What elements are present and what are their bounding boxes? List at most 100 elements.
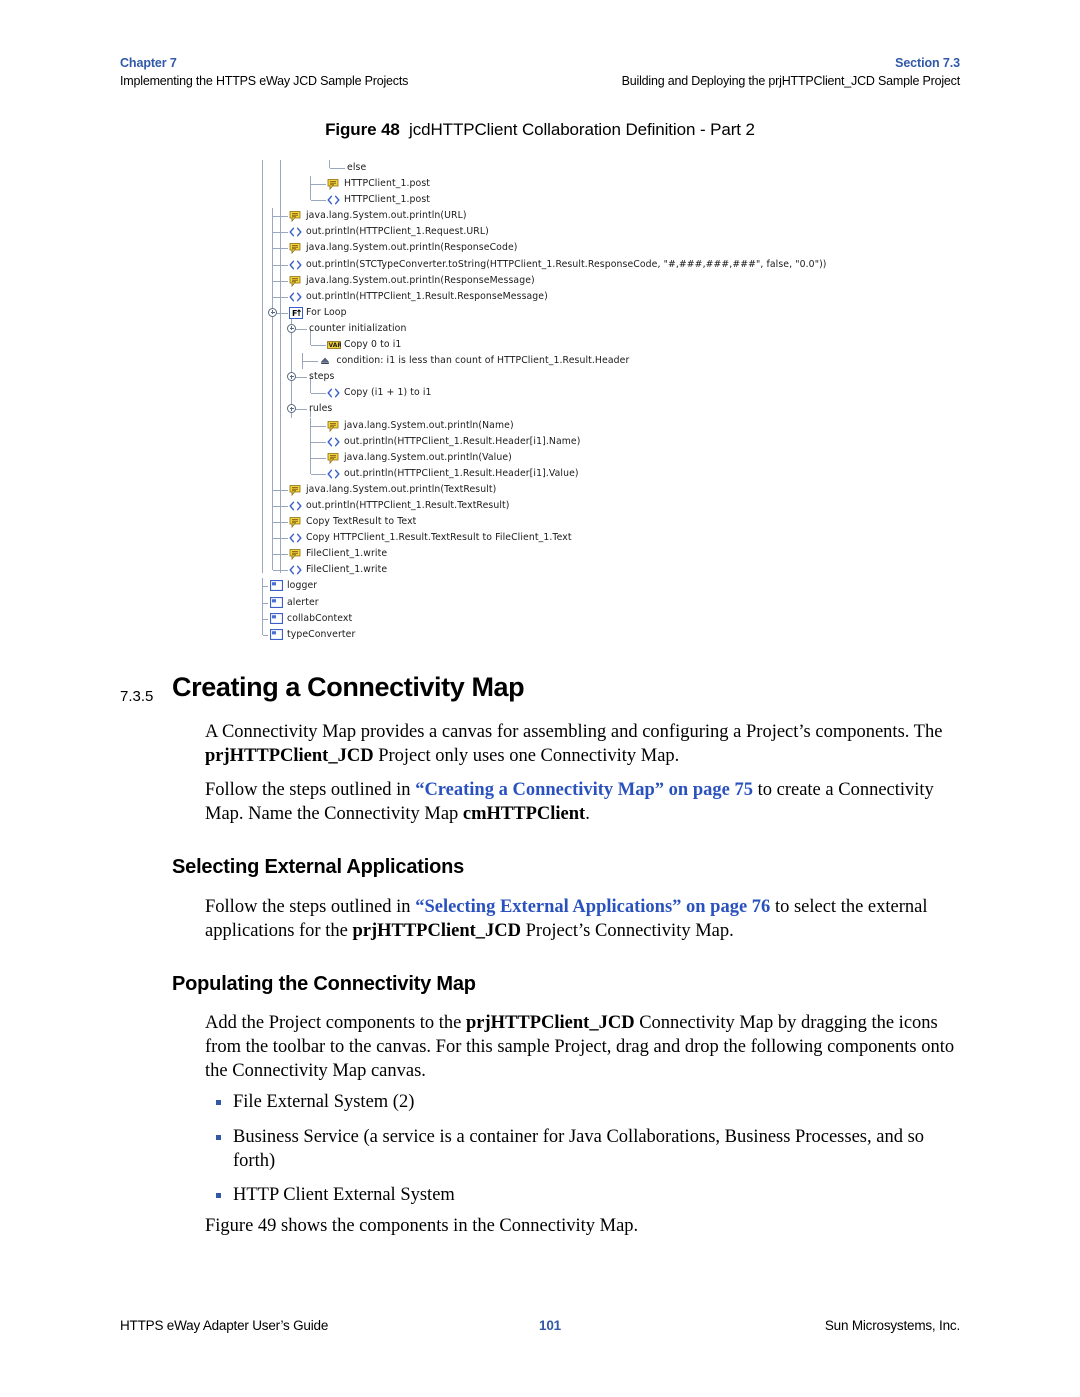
tree-node[interactable]: java.lang.System.out.println(URL) — [262, 208, 982, 225]
tree-node-label: counter initialization — [309, 322, 407, 334]
tree-node[interactable]: java.lang.System.out.println(ResponseMes… — [262, 272, 982, 289]
tree-node-label: else — [347, 162, 367, 173]
tree-node[interactable]: rules — [262, 401, 982, 418]
subsection2-paragraph: Add the Project components to the prjHTT… — [205, 1012, 965, 1083]
tree-node[interactable]: VAR Copy 0 to i1 — [262, 337, 982, 354]
tree-connector-vertical — [272, 369, 273, 386]
codeblock-icon — [327, 468, 340, 480]
tree-connector-horizontal — [311, 200, 326, 202]
comment-icon — [327, 420, 339, 432]
tree-connector-horizontal — [273, 296, 288, 298]
tree-connector-horizontal — [263, 586, 268, 588]
tree-connector-horizontal — [273, 264, 288, 266]
tree-node[interactable]: HTTPClient_1.post — [262, 176, 982, 193]
tree-node[interactable]: out.println(STCTypeConverter.toString(HT… — [262, 256, 982, 273]
comment-icon — [289, 516, 301, 529]
tree-node-label: java.lang.System.out.println(URL) — [306, 210, 467, 222]
codeblock-icon — [289, 564, 302, 576]
tree-node-label: Copy (i1 + 1) to i1 — [344, 387, 432, 399]
tree-connector-horizontal — [311, 184, 326, 186]
tree-expand-handle-icon[interactable] — [287, 323, 296, 333]
p1-a: A Connectivity Map provides a canvas for… — [205, 722, 943, 742]
tree-connector-vertical — [310, 337, 311, 346]
svg-text:VAR: VAR — [329, 342, 342, 349]
figure-number: Figure 48 — [325, 120, 400, 139]
tree-connector-horizontal — [273, 554, 288, 556]
s1-c: Project’s Connectivity Map. — [521, 920, 734, 941]
figure-title: jcdHTTPClient Collaboration Definition -… — [409, 120, 755, 139]
tree-node[interactable]: HTTPClient_1.post — [262, 192, 982, 208]
tree-node[interactable]: java.lang.System.out.println(Value) — [262, 449, 982, 466]
tree-node-label: Copy 0 to i1 — [344, 339, 402, 351]
p1-b: Project only uses one Connectivity Map. — [373, 745, 680, 766]
tree-node[interactable]: java.lang.System.out.println(ResponseCod… — [262, 240, 982, 257]
tree-connector-vertical — [310, 385, 311, 394]
tree-node[interactable]: out.println(HTTPClient_1.Result.TextResu… — [262, 497, 982, 515]
tree-connector-vertical — [291, 385, 292, 402]
tree-node[interactable]: out.println(HTTPClient_1.Request.URL) — [262, 224, 982, 241]
running-footer: HTTPS eWay Adapter User’s Guide 101 Sun … — [120, 1318, 960, 1333]
tree-node[interactable]: Copy TextResult to Text — [262, 514, 982, 531]
tree-connector-horizontal — [311, 393, 326, 395]
tree-node[interactable]: java.lang.System.out.println(TextResult) — [262, 481, 982, 498]
tree-node[interactable]: out.println(HTTPClient_1.Result.Header[i… — [262, 465, 982, 482]
tree-node[interactable]: collabContext — [262, 610, 982, 627]
s1-bold: prjHTTPClient_JCD — [352, 920, 522, 941]
tree-expand-handle-icon[interactable] — [287, 372, 296, 382]
tree-node-label: rules — [309, 403, 333, 415]
tree-connector-horizontal — [311, 457, 326, 459]
tree-expand-handle-icon[interactable] — [268, 307, 277, 317]
tree-connector-horizontal — [273, 522, 288, 524]
xref-creating-connectivity-map[interactable]: “Creating a Connectivity Map” on page 75 — [415, 780, 753, 800]
tree-node-label: HTTPClient_1.post — [344, 194, 431, 206]
tree-node-label: steps — [309, 371, 335, 383]
comment-icon — [289, 484, 301, 496]
tree-connector-horizontal — [263, 618, 268, 620]
tree-node-label: typeConverter — [287, 628, 356, 640]
tree-node-label: Copy HTTPClient_1.Result.TextResult to F… — [306, 532, 572, 544]
tree-expand-handle-icon[interactable] — [287, 404, 296, 414]
object-icon — [270, 612, 283, 625]
tree-node[interactable]: FileClient_1.write — [262, 562, 982, 578]
tree-node[interactable]: Copy HTTPClient_1.Result.TextResult to F… — [262, 530, 982, 547]
subsection-title-selecting-external-applications: Selecting External Applications — [172, 856, 465, 878]
tree-node[interactable]: counter initialization — [262, 320, 982, 338]
tree-node[interactable]: else — [262, 160, 982, 176]
tree-connector-horizontal — [311, 425, 326, 427]
tree-node-label: out.println(HTTPClient_1.Result.Response… — [306, 290, 548, 302]
tree-node[interactable]: out.println(HTTPClient_1.Result.Response… — [262, 288, 982, 305]
tree-connector-vertical — [272, 320, 273, 338]
tree-connector-horizontal — [263, 634, 268, 636]
tree-node[interactable]: typeConverter — [262, 626, 982, 643]
tree-connector-vertical — [272, 401, 273, 418]
tree-node[interactable]: out.println(HTTPClient_1.Result.Header[i… — [262, 433, 982, 450]
tree-node-label: out.println(HTTPClient_1.Result.TextResu… — [306, 499, 510, 511]
tree-connector-horizontal — [330, 168, 345, 169]
s2-bold: prjHTTPClient_JCD — [466, 1013, 635, 1033]
tree-node-label: FileClient_1.write — [306, 564, 388, 576]
p2-c: . — [585, 803, 590, 824]
xref-selecting-external-applications[interactable]: “Selecting External Applications” on pag… — [415, 897, 770, 917]
tree-connector-horizontal — [278, 312, 287, 314]
tree-connector-vertical — [310, 465, 311, 474]
tree-node[interactable]: java.lang.System.out.println(Name) — [262, 417, 982, 434]
tree-node-label: HTTPClient_1.post — [344, 178, 431, 190]
tree-node[interactable]: logger — [262, 578, 982, 595]
tree-connector-horizontal — [273, 570, 288, 572]
tree-connector-vertical — [272, 417, 273, 434]
footer-page-number: 101 — [539, 1318, 561, 1333]
tree-node-label: collabContext — [287, 612, 353, 624]
tree-node[interactable]: steps — [262, 369, 982, 386]
tree-node[interactable]: Copy (i1 + 1) to i1 — [262, 385, 982, 402]
tree-node[interactable]: condition: i1 is less than count of HTTP… — [262, 353, 982, 370]
tree-node-label: java.lang.System.out.println(ResponseMes… — [306, 274, 535, 286]
header-chapter-label: Chapter 7 — [120, 56, 177, 70]
tree-node-label: logger — [287, 580, 318, 592]
tree-node-label: java.lang.System.out.println(TextResult) — [306, 483, 497, 495]
tree-node[interactable]: F For Loop — [262, 304, 982, 321]
s1-a: Follow the steps outlined in — [205, 897, 416, 917]
tree-connector-vertical — [272, 562, 273, 571]
tree-node[interactable]: FileClient_1.write — [262, 546, 982, 563]
tree-node[interactable]: alerter — [262, 594, 982, 611]
comment-icon — [327, 452, 339, 464]
